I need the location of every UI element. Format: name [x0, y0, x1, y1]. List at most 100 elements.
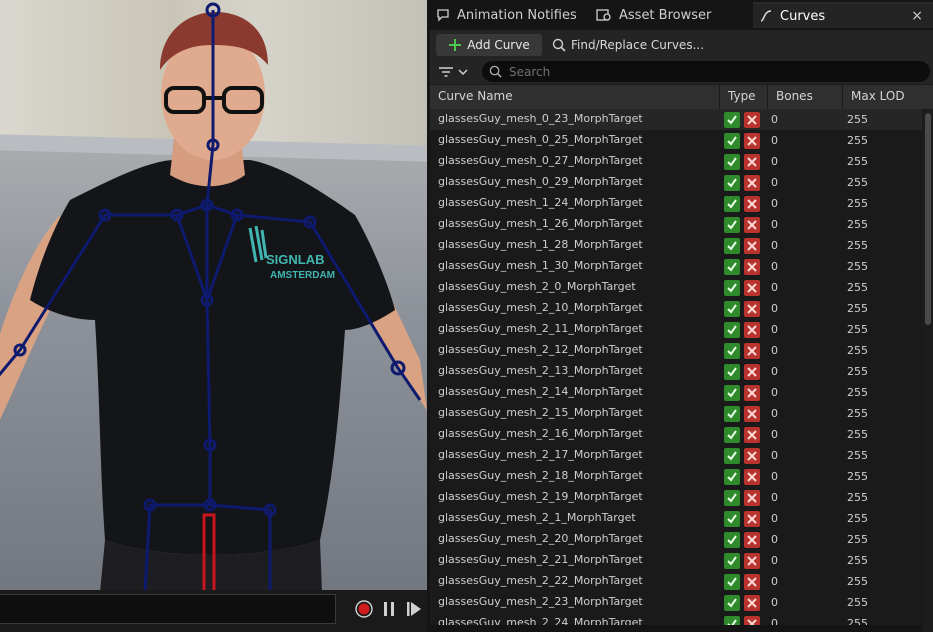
morph-target-icon[interactable]: [724, 531, 740, 548]
table-row[interactable]: glassesGuy_mesh_2_20_MorphTarget 0 255: [430, 529, 922, 550]
morph-target-icon[interactable]: [724, 342, 740, 359]
scrollbar-thumb[interactable]: [925, 113, 931, 325]
material-curve-icon[interactable]: [744, 174, 760, 191]
column-header-curve-name[interactable]: Curve Name: [430, 85, 720, 109]
material-curve-icon[interactable]: [744, 279, 760, 296]
table-row[interactable]: glassesGuy_mesh_2_24_MorphTarget 0 255: [430, 613, 922, 625]
table-row[interactable]: glassesGuy_mesh_2_15_MorphTarget 0 255: [430, 403, 922, 424]
column-header-type[interactable]: Type: [720, 85, 768, 109]
material-curve-icon[interactable]: [744, 111, 760, 128]
animation-viewport[interactable]: SIGNLAB AMSTERDAM: [0, 0, 427, 632]
table-row[interactable]: glassesGuy_mesh_0_29_MorphTarget 0 255: [430, 172, 922, 193]
curve-type-cell: [724, 194, 764, 213]
material-curve-icon[interactable]: [744, 300, 760, 317]
search-input[interactable]: [509, 64, 909, 79]
timeline-scrubber[interactable]: [0, 594, 336, 624]
morph-target-icon[interactable]: [724, 321, 740, 338]
morph-target-icon[interactable]: [724, 132, 740, 149]
table-row[interactable]: glassesGuy_mesh_2_1_MorphTarget 0 255: [430, 508, 922, 529]
material-curve-icon[interactable]: [744, 468, 760, 485]
material-curve-icon[interactable]: [744, 258, 760, 275]
morph-target-icon[interactable]: [724, 384, 740, 401]
column-header-bones[interactable]: Bones: [768, 85, 843, 109]
tab-asset-browser[interactable]: Asset Browser: [590, 2, 750, 28]
morph-target-icon[interactable]: [724, 426, 740, 443]
morph-target-icon[interactable]: [724, 216, 740, 233]
morph-target-icon[interactable]: [724, 510, 740, 527]
find-replace-curves-button[interactable]: Find/Replace Curves...: [552, 34, 704, 56]
step-forward-button[interactable]: [404, 599, 424, 619]
morph-target-icon[interactable]: [724, 447, 740, 464]
material-curve-icon[interactable]: [744, 447, 760, 464]
material-curve-icon[interactable]: [744, 510, 760, 527]
morph-target-icon[interactable]: [724, 405, 740, 422]
material-curve-icon[interactable]: [744, 342, 760, 359]
table-row[interactable]: glassesGuy_mesh_2_10_MorphTarget 0 255: [430, 298, 922, 319]
material-curve-icon[interactable]: [744, 153, 760, 170]
material-curve-icon[interactable]: [744, 195, 760, 212]
morph-target-icon[interactable]: [724, 195, 740, 212]
tab-animation-notifies[interactable]: Animation Notifies: [430, 2, 587, 28]
morph-target-icon[interactable]: [724, 258, 740, 275]
add-curve-button[interactable]: Add Curve: [436, 34, 542, 56]
morph-target-icon[interactable]: [724, 615, 740, 625]
table-row[interactable]: glassesGuy_mesh_2_19_MorphTarget 0 255: [430, 487, 922, 508]
morph-target-icon[interactable]: [724, 573, 740, 590]
column-header-max-lod[interactable]: Max LOD: [843, 85, 923, 109]
record-button[interactable]: [354, 599, 374, 619]
material-curve-icon[interactable]: [744, 573, 760, 590]
material-curve-icon[interactable]: [744, 594, 760, 611]
morph-target-icon[interactable]: [724, 237, 740, 254]
curve-type-cell: [724, 215, 764, 234]
material-curve-icon[interactable]: [744, 216, 760, 233]
morph-target-icon[interactable]: [724, 279, 740, 296]
table-row[interactable]: glassesGuy_mesh_1_26_MorphTarget 0 255: [430, 214, 922, 235]
table-row[interactable]: glassesGuy_mesh_2_12_MorphTarget 0 255: [430, 340, 922, 361]
table-row[interactable]: glassesGuy_mesh_2_22_MorphTarget 0 255: [430, 571, 922, 592]
table-row[interactable]: glassesGuy_mesh_2_14_MorphTarget 0 255: [430, 382, 922, 403]
material-curve-icon[interactable]: [744, 615, 760, 625]
table-row[interactable]: glassesGuy_mesh_0_23_MorphTarget 0 255: [430, 109, 922, 130]
morph-target-icon[interactable]: [724, 300, 740, 317]
table-row[interactable]: glassesGuy_mesh_2_13_MorphTarget 0 255: [430, 361, 922, 382]
morph-target-icon[interactable]: [724, 153, 740, 170]
material-curve-icon[interactable]: [744, 363, 760, 380]
pause-button[interactable]: [379, 599, 399, 619]
material-curve-icon[interactable]: [744, 321, 760, 338]
curve-type-cell: [724, 593, 764, 612]
material-curve-icon[interactable]: [744, 405, 760, 422]
curves-list-scrollbar[interactable]: [922, 109, 933, 632]
morph-target-icon[interactable]: [724, 363, 740, 380]
table-row[interactable]: glassesGuy_mesh_1_28_MorphTarget 0 255: [430, 235, 922, 256]
curve-icon: [760, 10, 772, 22]
table-row[interactable]: glassesGuy_mesh_0_27_MorphTarget 0 255: [430, 151, 922, 172]
table-row[interactable]: glassesGuy_mesh_1_30_MorphTarget 0 255: [430, 256, 922, 277]
search-box[interactable]: [482, 61, 930, 82]
table-row[interactable]: glassesGuy_mesh_2_17_MorphTarget 0 255: [430, 445, 922, 466]
material-curve-icon[interactable]: [744, 489, 760, 506]
close-icon[interactable]: ×: [911, 8, 923, 24]
material-curve-icon[interactable]: [744, 426, 760, 443]
table-row[interactable]: glassesGuy_mesh_2_18_MorphTarget 0 255: [430, 466, 922, 487]
material-curve-icon[interactable]: [744, 531, 760, 548]
morph-target-icon[interactable]: [724, 489, 740, 506]
material-curve-icon[interactable]: [744, 132, 760, 149]
filter-dropdown[interactable]: [438, 63, 472, 81]
morph-target-icon[interactable]: [724, 594, 740, 611]
curve-max-lod-cell: 255: [847, 344, 868, 357]
table-row[interactable]: glassesGuy_mesh_2_11_MorphTarget 0 255: [430, 319, 922, 340]
morph-target-icon[interactable]: [724, 552, 740, 569]
table-row[interactable]: glassesGuy_mesh_0_25_MorphTarget 0 255: [430, 130, 922, 151]
material-curve-icon[interactable]: [744, 237, 760, 254]
table-row[interactable]: glassesGuy_mesh_2_23_MorphTarget 0 255: [430, 592, 922, 613]
table-row[interactable]: glassesGuy_mesh_2_21_MorphTarget 0 255: [430, 550, 922, 571]
material-curve-icon[interactable]: [744, 552, 760, 569]
morph-target-icon[interactable]: [724, 111, 740, 128]
tab-curves[interactable]: Curves ×: [753, 2, 933, 28]
table-row[interactable]: glassesGuy_mesh_2_16_MorphTarget 0 255: [430, 424, 922, 445]
table-row[interactable]: glassesGuy_mesh_1_24_MorphTarget 0 255: [430, 193, 922, 214]
morph-target-icon[interactable]: [724, 174, 740, 191]
material-curve-icon[interactable]: [744, 384, 760, 401]
table-row[interactable]: glassesGuy_mesh_2_0_MorphTarget 0 255: [430, 277, 922, 298]
morph-target-icon[interactable]: [724, 468, 740, 485]
